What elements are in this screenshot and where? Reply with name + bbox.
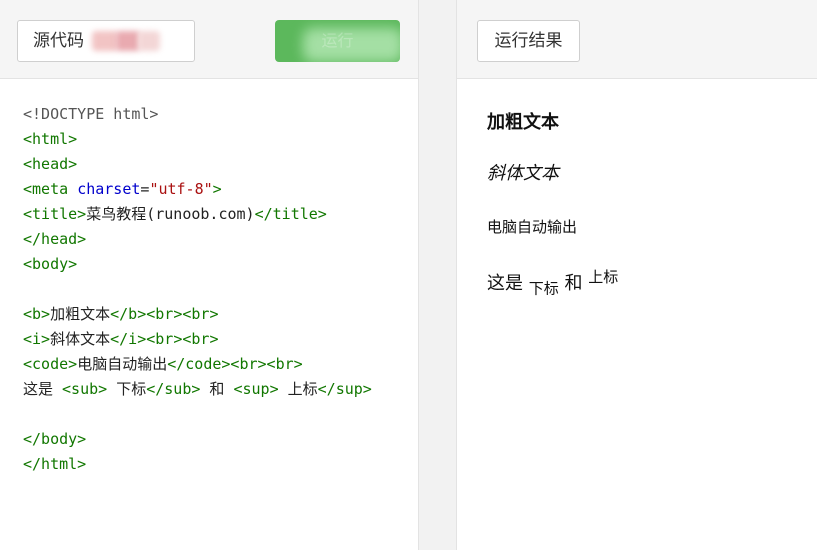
code-token: </b><br><br> — [110, 305, 219, 323]
bold-text: 加粗文本 — [487, 112, 559, 133]
code-token: 菜鸟教程(runoob.com) — [86, 205, 255, 223]
line4-prefix: 这是 — [487, 273, 523, 294]
code-line: </head> — [23, 227, 408, 252]
result-toolbar: 运行结果 — [457, 0, 817, 79]
code-token: <!DOCTYPE html> — [23, 105, 159, 123]
code-token: </html> — [23, 455, 87, 473]
code-token: <meta — [23, 180, 78, 198]
code-token: <sub> — [62, 380, 108, 398]
code-token: 加粗文本 — [50, 305, 111, 323]
runoob-try-editor: 源代码 运行 <!DOCTYPE html> <html> <head> <meta … — [0, 0, 817, 550]
code-token: 这是 — [23, 380, 63, 398]
code-editor[interactable]: <!DOCTYPE html> <html> <head> <meta charset… — [23, 102, 408, 477]
code-token: <body> — [23, 255, 78, 273]
panel-divider[interactable] — [419, 0, 457, 550]
code-line: <head> — [23, 152, 408, 177]
code-token: "utf-8" — [149, 180, 213, 198]
code-line: <code>电脑自动输出</code><br><br> — [23, 352, 408, 377]
code-token: <title> — [23, 205, 87, 223]
superscript-text: 上标 — [588, 268, 619, 286]
redacted-text — [92, 31, 118, 51]
code-line: <html> — [23, 127, 408, 152]
code-token: <sup> — [233, 380, 279, 398]
code-token: </body> — [23, 430, 87, 448]
code-line: <i>斜体文本</i><br><br> — [23, 327, 408, 352]
code-token: 电脑自动输出 — [77, 355, 168, 373]
code-token: <html> — [23, 130, 78, 148]
code-line: 这是 <sub> 下标</sub> 和 <sup> 上标</sup> — [23, 377, 408, 402]
code-line: <body> — [23, 252, 408, 277]
code-token: > — [212, 180, 222, 198]
code-text: 电脑自动输出 — [487, 218, 578, 236]
code-token: </sub> — [146, 380, 201, 398]
code-token: </title> — [254, 205, 327, 223]
source-code-button-label: 源代码 — [33, 31, 84, 51]
code-token: 斜体文本 — [50, 330, 111, 348]
code-line: <meta charset="utf-8"> — [23, 177, 408, 202]
code-line: <title>菜鸟教程(runoob.com)</title> — [23, 202, 408, 227]
source-code-button[interactable]: 源代码 — [17, 20, 195, 62]
source-toolbar: 源代码 运行 — [0, 0, 418, 79]
subscript-text: 下标 — [528, 279, 559, 298]
redacted-text — [116, 31, 140, 51]
source-code-panel: 源代码 运行 <!DOCTYPE html> <html> <head> <meta … — [0, 0, 419, 550]
code-token: </head> — [23, 230, 87, 248]
line4-and: 和 — [564, 273, 583, 294]
code-line: <b>加粗文本</b><br><br> — [23, 302, 408, 327]
code-line: </body> — [23, 427, 408, 452]
result-panel: 运行结果 加粗文本 斜体文本 电脑自动输出 这是 下标 和 上标 — [457, 0, 817, 550]
code-token: 和 — [200, 380, 234, 398]
run-result-button[interactable]: 运行结果 — [477, 20, 580, 62]
run-button-label: 运行 — [321, 31, 354, 50]
code-token: </sup> — [317, 380, 372, 398]
run-button[interactable]: 运行 — [275, 20, 400, 62]
code-token: </i><br><br> — [110, 330, 219, 348]
italic-text: 斜体文本 — [487, 163, 559, 184]
code-line: </html> — [23, 452, 408, 477]
code-token: <head> — [23, 155, 78, 173]
code-token: <i> — [23, 330, 51, 348]
code-token: charset — [77, 180, 141, 198]
code-line: <!DOCTYPE html> — [23, 102, 408, 127]
code-token: <code> — [23, 355, 78, 373]
code-token: 上标 — [278, 380, 318, 398]
code-token: <b> — [23, 305, 51, 323]
sub-sup-line: 这是 下标 和 上标 — [487, 266, 618, 299]
code-token: 下标 — [107, 380, 147, 398]
redacted-text — [138, 31, 160, 51]
code-token: </code><br><br> — [167, 355, 303, 373]
